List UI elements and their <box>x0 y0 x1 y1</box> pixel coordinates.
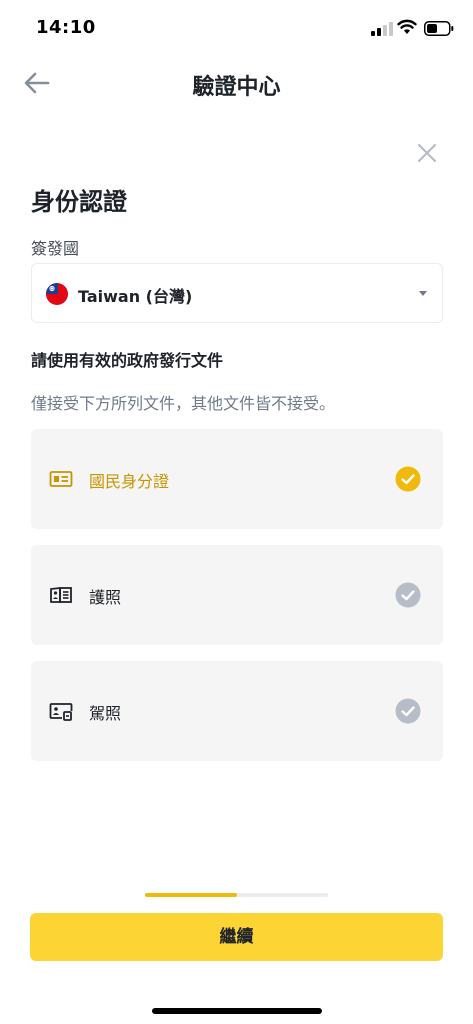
progress-fill <box>145 893 237 897</box>
home-indicator <box>152 1008 322 1014</box>
doc-option-driver-license[interactable]: 駕照 <box>31 661 443 761</box>
section-title: 身份認證 <box>31 188 127 216</box>
battery-icon <box>424 21 454 36</box>
taiwan-flag-icon <box>46 283 68 305</box>
status-bar: 14:10 <box>0 0 473 56</box>
country-value: Taiwan (台灣) <box>78 287 193 306</box>
continue-button[interactable]: 繼續 <box>30 913 443 961</box>
check-circle-icon <box>395 698 421 724</box>
check-circle-icon <box>395 466 421 492</box>
close-icon[interactable] <box>416 142 438 164</box>
documents-note: 僅接受下方所列文件，其他文件皆不接受。 <box>31 394 336 413</box>
country-label: 簽發國 <box>31 239 80 258</box>
signal-icon <box>371 22 393 36</box>
doc-option-passport[interactable]: 護照 <box>31 545 443 645</box>
page-title: 驗證中心 <box>192 75 281 100</box>
progress-bar <box>145 893 328 897</box>
nav-bar: 驗證中心 <box>0 56 473 110</box>
status-time: 14:10 <box>36 17 96 38</box>
driver-license-icon <box>49 703 73 721</box>
doc-option-id-card[interactable]: 國民身分證 <box>31 429 443 529</box>
country-select[interactable]: Taiwan (台灣) <box>31 263 443 323</box>
passport-icon <box>50 587 72 603</box>
doc-option-label: 護照 <box>89 588 122 607</box>
doc-option-label: 國民身分證 <box>89 472 170 491</box>
wifi-icon <box>397 19 417 34</box>
id-card-icon <box>49 471 73 487</box>
doc-option-label: 駕照 <box>89 704 122 723</box>
caret-down-icon <box>419 291 427 296</box>
check-circle-icon <box>395 582 421 608</box>
documents-heading: 請使用有效的政府發行文件 <box>31 351 224 370</box>
